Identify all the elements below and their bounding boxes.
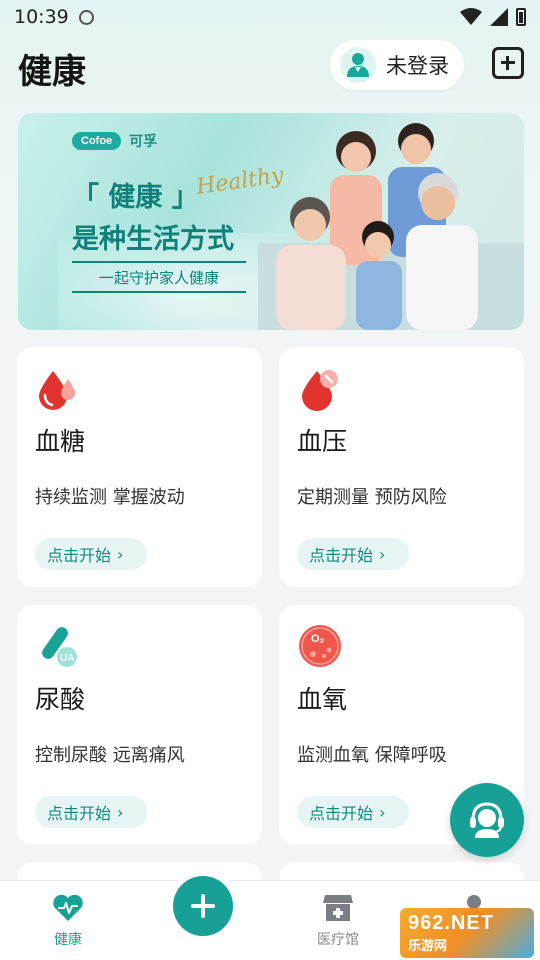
banner-tagline: 一起守护家人健康	[72, 261, 246, 293]
start-button[interactable]: 点击开始 ›	[297, 796, 409, 828]
watermark-top: 962.NET	[408, 912, 494, 934]
card-desc: 定期测量 预防风险	[297, 487, 447, 508]
chevron-right-icon: ›	[379, 802, 386, 822]
status-bar: 10:39	[0, 0, 540, 34]
customer-support-button[interactable]	[450, 783, 524, 857]
family-photo	[258, 123, 524, 330]
status-time: 10:39	[14, 6, 69, 28]
card-title: 血压	[297, 427, 348, 456]
promo-banner[interactable]: Cofoe 可孚 「 健康 」 Healthy 是种生活方式 一起守护家人健康	[18, 113, 524, 330]
nav-label-clinic: 医疗馆	[317, 932, 359, 948]
signal-icon	[490, 8, 508, 26]
headset-icon	[470, 802, 504, 838]
card-desc: 持续监测 掌握波动	[35, 487, 185, 508]
card-blood-pressure[interactable]: 血压 定期测量 预防风险 点击开始 ›	[279, 347, 524, 587]
test-tube-icon: UA	[42, 627, 77, 667]
brand-row: Cofoe 可孚	[72, 131, 157, 151]
card-desc: 监测血氧 保障呼吸	[297, 745, 447, 766]
store-icon	[323, 895, 353, 921]
heart-pulse-icon	[53, 894, 83, 921]
chevron-right-icon: ›	[379, 544, 386, 564]
card-title: 血糖	[35, 427, 86, 456]
watermark-bottom: 乐游网	[408, 938, 448, 953]
nav-item-clinic[interactable]: 医疗馆	[288, 881, 388, 960]
svg-text:O₂: O₂	[311, 633, 325, 645]
add-record-button[interactable]	[173, 876, 233, 936]
blood-pressure-icon	[302, 370, 338, 411]
avatar	[340, 47, 376, 83]
brand-name: 可孚	[129, 134, 158, 150]
oxygen-icon: O₂	[299, 625, 341, 667]
start-label: 点击开始	[47, 546, 112, 565]
banner-headline-1: 「 健康 」	[72, 182, 199, 213]
card-title: 尿酸	[35, 685, 86, 714]
blood-drop-icon	[39, 371, 75, 410]
banner-headline-2: 是种生活方式	[72, 224, 234, 255]
start-button[interactable]: 点击开始 ›	[35, 796, 147, 828]
start-button[interactable]: 点击开始 ›	[35, 538, 147, 570]
brand-logo: Cofoe	[72, 132, 122, 150]
user-icon	[347, 53, 369, 77]
watermark-logo: 962.NET 乐游网	[400, 908, 534, 958]
nav-item-home[interactable]: 健康	[18, 881, 118, 960]
card-desc: 控制尿酸 远离痛风	[35, 745, 185, 766]
card-title: 血氧	[297, 685, 348, 714]
add-device-button[interactable]	[492, 47, 524, 79]
card-uric-acid[interactable]: UA 尿酸 控制尿酸 远离痛风 点击开始 ›	[17, 605, 262, 845]
shield-icon	[78, 9, 94, 25]
wifi-icon	[460, 8, 482, 25]
battery-icon	[516, 8, 526, 26]
chevron-right-icon: ›	[117, 802, 124, 822]
status-icons	[460, 8, 526, 26]
login-button[interactable]: 未登录	[330, 40, 464, 90]
start-label: 点击开始	[309, 804, 374, 823]
start-label: 点击开始	[309, 546, 374, 565]
card-blood-glucose[interactable]: 血糖 持续监测 掌握波动 点击开始 ›	[17, 347, 262, 587]
login-label: 未登录	[386, 54, 449, 78]
nav-label-home: 健康	[54, 932, 82, 948]
chevron-right-icon: ›	[117, 544, 124, 564]
start-label: 点击开始	[47, 804, 112, 823]
start-button[interactable]: 点击开始 ›	[297, 538, 409, 570]
page-title: 健康	[18, 52, 86, 92]
svg-text:UA: UA	[60, 653, 74, 664]
